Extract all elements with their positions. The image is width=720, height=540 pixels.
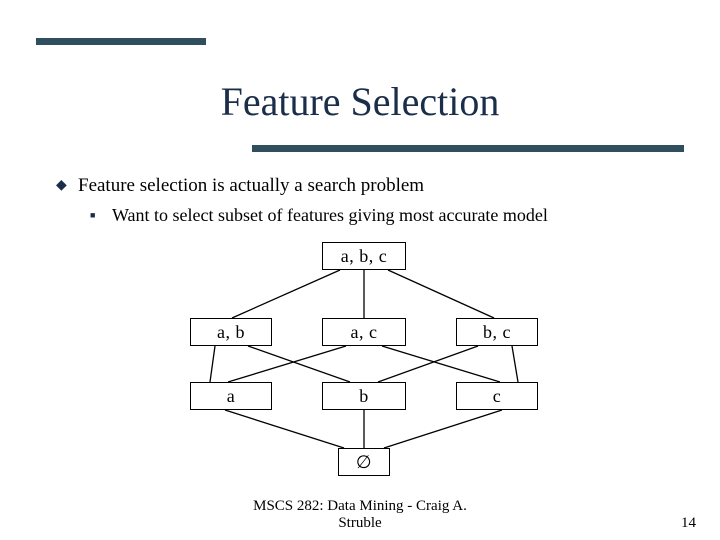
- node-abc: a, b, c: [322, 242, 406, 270]
- bullet-marker-square: ■: [90, 205, 112, 225]
- bullet-level-1: ◆ Feature selection is actually a search…: [56, 175, 670, 197]
- bullet-2-text: Want to select subset of features giving…: [112, 205, 548, 226]
- node-empty: ∅: [338, 448, 390, 476]
- node-a: a: [190, 382, 272, 410]
- slide-title: Feature Selection: [0, 78, 720, 125]
- node-c: c: [456, 382, 538, 410]
- node-b: b: [322, 382, 406, 410]
- accent-bar-top: [36, 38, 206, 45]
- lattice-diagram: a, b, c a, b a, c b, c a b c ∅: [0, 240, 720, 480]
- bullet-marker-diamond: ◆: [56, 175, 78, 197]
- content-area: ◆ Feature selection is actually a search…: [56, 175, 670, 226]
- accent-bar-mid: [252, 145, 684, 152]
- page-number: 14: [681, 515, 696, 532]
- bullet-level-2: ■ Want to select subset of features givi…: [90, 205, 670, 226]
- node-bc: b, c: [456, 318, 538, 346]
- lattice-edges: [0, 240, 720, 480]
- node-ac: a, c: [322, 318, 406, 346]
- footer-text: MSCS 282: Data Mining - Craig A. Struble: [0, 498, 720, 533]
- bullet-1-text: Feature selection is actually a search p…: [78, 175, 424, 197]
- node-ab: a, b: [190, 318, 272, 346]
